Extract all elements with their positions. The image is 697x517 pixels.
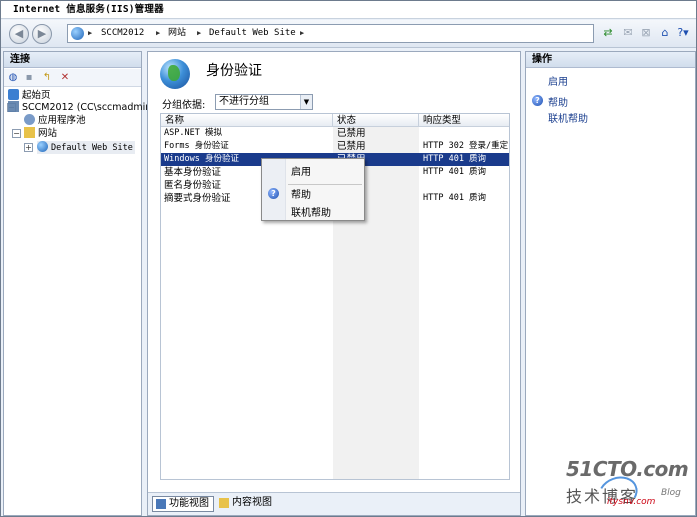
action-help[interactable]: 帮助 <box>548 94 568 109</box>
breadcrumb-separator-icon: ▶ <box>300 29 305 37</box>
content-view-icon <box>219 498 229 508</box>
row-name: Windows 身份验证 <box>164 154 239 164</box>
tab-content-view[interactable]: 内容视图 <box>216 496 276 512</box>
row-response: HTTP 401 质询 <box>423 193 487 203</box>
watermark-blog-label: Blog <box>661 488 681 498</box>
back-button[interactable]: ◀ <box>9 24 29 44</box>
connections-header: 连接 <box>4 52 141 68</box>
tree-label: 起始页 <box>22 90 51 101</box>
tree-label: 应用程序池 <box>38 115 86 126</box>
action-enable[interactable]: 启用 <box>548 73 568 88</box>
view-tabs: 功能视图 内容视图 <box>148 492 520 515</box>
disconnect-icon[interactable]: ✕ <box>58 71 72 85</box>
iis-manager-window: Internet 信息服务(IIS)管理器 ◀ ▶ ▶ SCCM2012 ▶ 网… <box>0 0 697 517</box>
context-menu: 启用 ? 帮助 联机帮助 <box>261 158 365 221</box>
features-pane: 身份验证 分组依据: 不进行分组 ▼ 名称 状态 响应类型 ASP.NET 模拟… <box>147 51 521 516</box>
page-title: 身份验证 <box>206 63 262 79</box>
column-header-response[interactable]: 响应类型 <box>419 114 509 127</box>
connections-pane: 连接 ◍ ▪ ↰ ✕ 起始页 − SCCM2012 (CC\sccmadmin)… <box>3 51 155 516</box>
actions-pane: 操作 启用 ? 帮助 联机帮助 <box>525 51 696 516</box>
context-menu-online-help[interactable]: 联机帮助 <box>291 204 331 219</box>
group-by-value: 不进行分组 <box>219 96 269 107</box>
help-icon[interactable]: ?▾ <box>674 24 692 42</box>
save-icon[interactable]: ▪ <box>22 71 36 85</box>
row-status: 已禁用 <box>337 128 366 139</box>
features-view-icon <box>156 499 166 509</box>
row-name: Forms 身份验证 <box>164 141 229 151</box>
window-title: Internet 信息服务(IIS)管理器 <box>1 1 696 19</box>
chevron-down-icon: ▼ <box>300 95 312 109</box>
row-name: 基本身份验证 <box>164 167 222 178</box>
address-bar: ◀ ▶ ▶ SCCM2012 ▶ 网站 ▶ Default Web Site ▶… <box>1 20 696 48</box>
help-icon: ? <box>268 188 279 199</box>
tree-label: SCCM2012 (CC\sccmadmin) <box>22 102 155 113</box>
context-menu-help[interactable]: 帮助 <box>291 186 311 201</box>
globe-icon <box>71 27 84 40</box>
context-menu-enable[interactable]: 启用 <box>291 163 311 178</box>
row-response: HTTP 401 质询 <box>423 167 487 177</box>
app-pool-icon <box>24 114 35 125</box>
row-response: HTTP 401 质询 <box>423 154 487 164</box>
row-name: 匿名身份验证 <box>164 180 222 191</box>
forward-arrow-icon: ▶ <box>37 27 47 40</box>
help-icon: ? <box>532 95 543 106</box>
tree-sites[interactable]: 网站 <box>24 127 57 140</box>
breadcrumb-separator-icon: ▶ <box>88 29 93 37</box>
tree-app-pools[interactable]: 应用程序池 <box>24 114 86 127</box>
column-header-status[interactable]: 状态 <box>333 114 419 127</box>
back-arrow-icon: ◀ <box>14 27 24 40</box>
breadcrumb-server[interactable]: SCCM2012 <box>101 25 144 42</box>
folder-icon <box>24 127 35 138</box>
expand-icon[interactable]: + <box>24 143 33 152</box>
tree-label: Default Web Site <box>51 143 133 153</box>
globe-icon <box>37 141 48 152</box>
row-status: 已禁用 <box>337 141 366 152</box>
connect-globe-icon[interactable]: ◍ <box>6 71 20 85</box>
breadcrumb-separator-icon: ▶ <box>156 29 161 37</box>
collapse-icon[interactable]: − <box>12 129 21 138</box>
tab-label: 功能视图 <box>169 498 209 509</box>
tree-server[interactable]: SCCM2012 (CC\sccmadmin) <box>8 101 155 114</box>
up-level-icon[interactable]: ↰ <box>40 71 54 85</box>
action-online-help[interactable]: 联机帮助 <box>548 110 588 125</box>
table-row[interactable]: ASP.NET 模拟 已禁用 <box>161 127 509 140</box>
group-by-select[interactable]: 不进行分组 ▼ <box>215 94 313 110</box>
group-by-label: 分组依据: <box>162 100 206 111</box>
stop-icon[interactable]: ⊠ <box>637 24 655 42</box>
breadcrumb-default-site[interactable]: Default Web Site <box>209 25 296 42</box>
server-icon <box>8 101 19 112</box>
site-globe-icon <box>160 59 190 89</box>
tab-label: 内容视图 <box>232 497 272 508</box>
home-icon[interactable]: ⌂ <box>656 24 674 42</box>
actions-header: 操作 <box>526 52 695 68</box>
breadcrumb-separator-icon: ▶ <box>197 29 202 37</box>
row-name: ASP.NET 模拟 <box>164 128 222 138</box>
start-page-icon <box>8 89 19 100</box>
forward-button[interactable]: ▶ <box>32 24 52 44</box>
column-header-name[interactable]: 名称 <box>161 114 333 127</box>
tree-label: 网站 <box>38 128 58 139</box>
toolbar-icons: ⇄ ✉ ⊠ ⌂ ?▾ <box>599 24 692 44</box>
row-response: HTTP 302 登录/重定 <box>423 141 509 151</box>
breadcrumb-sites[interactable]: 网站 <box>168 25 186 42</box>
connections-toolbar: ◍ ▪ ↰ ✕ <box>4 69 141 87</box>
table-row[interactable]: Forms 身份验证 已禁用 HTTP 302 登录/重定 <box>161 140 509 153</box>
row-name: 摘要式身份验证 <box>164 193 231 204</box>
context-menu-divider <box>288 184 362 185</box>
watermark-site: itysnv.com <box>607 497 656 507</box>
tab-features-view[interactable]: 功能视图 <box>152 496 214 512</box>
connect-icon[interactable]: ⇄ <box>599 24 617 42</box>
tree-default-site[interactable]: Default Web Site <box>37 141 135 154</box>
disconnect-icon[interactable]: ✉ <box>619 24 637 42</box>
address-box[interactable]: ▶ SCCM2012 ▶ 网站 ▶ Default Web Site ▶ <box>67 24 594 43</box>
